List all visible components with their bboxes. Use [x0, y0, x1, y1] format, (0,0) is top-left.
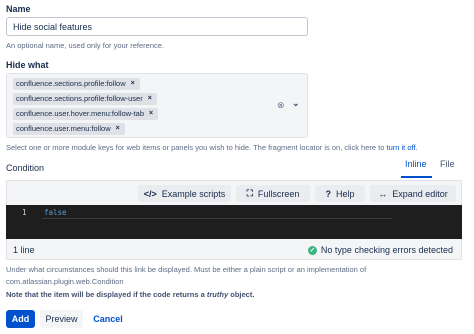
hide-what-help-prefix: Select one or more module keys for web i… [6, 143, 385, 152]
condition-help-line-2: com.atlassian.plugin.web.Condition [6, 277, 124, 286]
type-check-text: No type checking errors detected [320, 245, 453, 255]
tab-file[interactable]: File [440, 159, 455, 169]
expand-editor-label: Expand editor [392, 188, 448, 199]
name-input[interactable] [6, 17, 308, 36]
module-key-chip: confluence.user.menu:follow × [13, 123, 125, 135]
check-circle-icon: ✓ [307, 245, 317, 255]
condition-note: Note that the item will be displayed if … [6, 290, 254, 299]
preview-button[interactable]: Preview [40, 310, 83, 328]
fullscreen-icon: ⛶ [246, 188, 253, 198]
line-number: 1 [22, 208, 27, 217]
remove-chip-icon[interactable]: × [129, 78, 137, 90]
code-editor[interactable]: 1 false [6, 205, 462, 239]
remove-chip-icon[interactable]: × [146, 93, 154, 105]
note-suffix: object. [230, 290, 255, 299]
chip-label: confluence.sections.profile:follow-user [16, 94, 143, 103]
condition-help-line-1: Under what circumstances should this lin… [6, 265, 367, 274]
hide-what-help-text: Select one or more module keys for web i… [6, 143, 418, 152]
add-button[interactable]: Add [6, 310, 35, 328]
expand-icon: ↔ [378, 188, 388, 199]
help-icon: ? [325, 188, 331, 199]
example-scripts-label: Example scripts [161, 188, 226, 199]
chevron-down-icon[interactable]: ⌄ [292, 98, 300, 109]
active-line-highlight [42, 218, 392, 219]
module-key-chip: confluence.sections.profile:follow × [13, 78, 140, 90]
hide-what-label: Hide what [6, 60, 49, 70]
line-count: 1 line [13, 245, 35, 255]
chip-label: confluence.sections.profile:follow [16, 79, 126, 88]
code-icon: </> [143, 188, 157, 199]
note-prefix: Note that the item will be displayed if … [6, 290, 205, 299]
editor-toolbar: </> Example scripts ⛶ Fullscreen ? Help … [6, 180, 462, 205]
remove-chip-icon[interactable]: × [147, 108, 155, 120]
fullscreen-label: Fullscreen [257, 188, 300, 199]
chip-label: confluence.user.menu:follow [16, 124, 111, 133]
note-italic: truthy [206, 290, 229, 299]
clear-selection-icon[interactable]: ⊗ [277, 100, 285, 111]
tab-inline[interactable]: Inline [405, 159, 427, 169]
help-label: Help [335, 188, 355, 199]
turn-off-fragment-locator-link[interactable]: turn it off [386, 143, 415, 152]
name-label: Name [6, 4, 31, 14]
expand-editor-button[interactable]: ↔ Expand editor [370, 185, 456, 202]
active-tab-indicator [401, 176, 432, 178]
code-content[interactable]: false [44, 208, 67, 217]
editor-status-bar: 1 line ✓ No type checking errors detecte… [6, 239, 462, 260]
hide-what-help-suffix: . [415, 143, 418, 152]
fullscreen-button[interactable]: ⛶ Fullscreen [236, 185, 310, 202]
cancel-button[interactable]: Cancel [88, 310, 128, 328]
name-help-text: An optional name, used only for your ref… [6, 41, 165, 50]
help-button[interactable]: ? Help [315, 185, 365, 202]
example-scripts-button[interactable]: </> Example scripts [138, 185, 231, 202]
remove-chip-icon[interactable]: × [114, 123, 122, 135]
chip-label: confluence.user.hover.menu:follow-tab [16, 109, 144, 118]
module-key-chip: confluence.user.hover.menu:follow-tab × [13, 108, 159, 120]
condition-label: Condition [6, 163, 45, 173]
module-keys-select[interactable]: confluence.sections.profile:follow × con… [6, 73, 308, 138]
module-key-chip: confluence.sections.profile:follow-user … [13, 93, 157, 105]
type-check-status: ✓ No type checking errors detected [307, 245, 453, 255]
